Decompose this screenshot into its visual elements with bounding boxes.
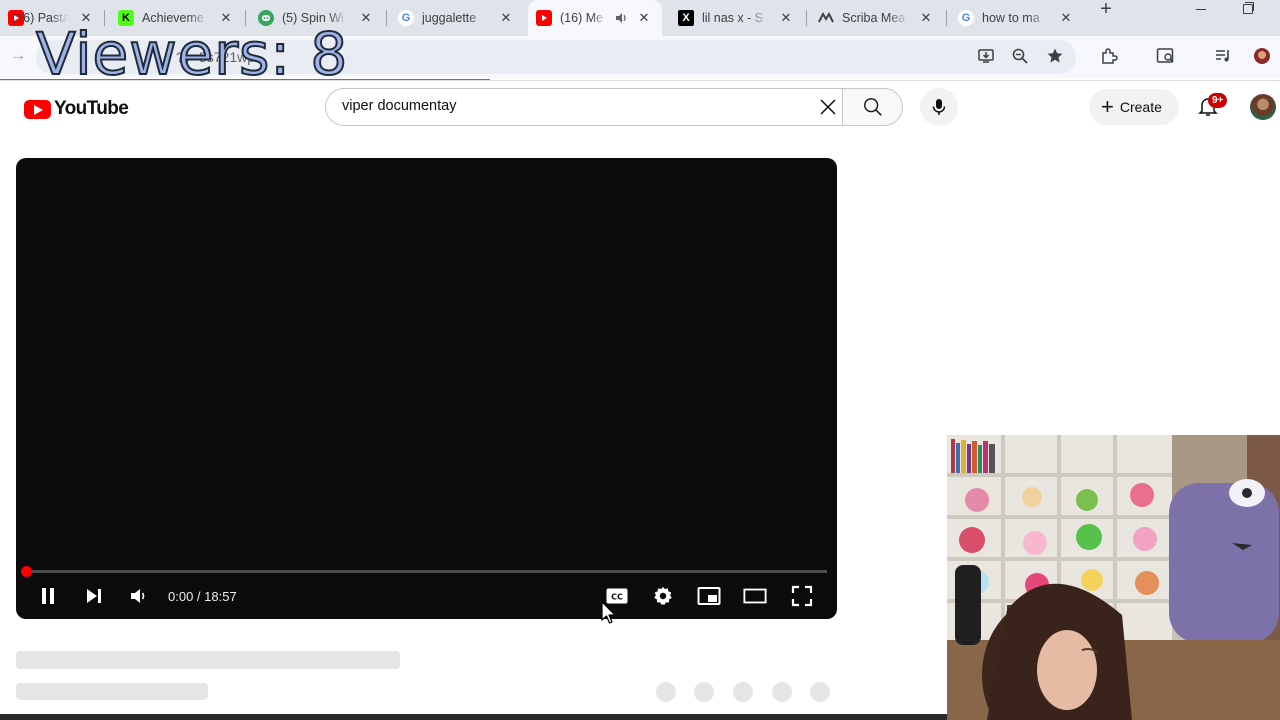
- action-placeholder: [656, 682, 676, 702]
- current-time: 0:00: [168, 589, 194, 604]
- channel-placeholder: [16, 683, 208, 700]
- mouse-cursor-icon: [601, 601, 616, 624]
- tab-label: lil nas x - S: [702, 11, 764, 25]
- browser-tab[interactable]: G how to ma ✕: [950, 0, 1084, 36]
- media-queue-icon[interactable]: [1211, 44, 1235, 68]
- youtube-wordmark: YouTube: [54, 98, 129, 119]
- microphone-icon: [932, 99, 946, 115]
- tab-label: (16) Me: [560, 11, 604, 25]
- google-favicon-icon: G: [958, 10, 974, 26]
- tab-label: how to ma: [982, 11, 1040, 25]
- viewer-count-overlay: Viewers: 8: [35, 19, 349, 89]
- x-favicon-icon: X: [678, 10, 694, 26]
- theater-mode-icon: [743, 588, 767, 604]
- close-tab-icon[interactable]: ✕: [358, 10, 374, 26]
- tab-separator: [386, 10, 387, 26]
- tab-separator: [946, 10, 947, 26]
- speaker-icon[interactable]: [614, 11, 628, 25]
- voice-search-button[interactable]: [920, 88, 958, 126]
- taskbar-edge: [0, 714, 947, 720]
- search-input[interactable]: [342, 98, 802, 114]
- time-separator: /: [193, 589, 205, 604]
- action-placeholder: [810, 682, 830, 702]
- browser-tab[interactable]: X lil nas x - S ✕: [670, 0, 804, 36]
- browser-tab-active[interactable]: (16) Me ✕: [528, 0, 662, 36]
- window-restore-button[interactable]: [1240, 2, 1254, 16]
- action-placeholder: [733, 682, 753, 702]
- new-tab-button[interactable]: +: [1096, 0, 1116, 20]
- webcam-overlay: [947, 435, 1280, 720]
- mute-button[interactable]: [126, 584, 150, 608]
- window-minimize-button[interactable]: [1192, 0, 1210, 18]
- title-placeholder: [16, 651, 400, 669]
- profile-avatar-icon[interactable]: [1250, 44, 1274, 68]
- tab-label: juggalette: [422, 11, 477, 25]
- zoom-icon[interactable]: [1008, 44, 1032, 68]
- webcam-feed-image: [947, 435, 1280, 720]
- youtube-logo[interactable]: YouTube: [24, 98, 129, 120]
- video-player[interactable]: 0:00 / 18:57 CC: [16, 158, 837, 619]
- pause-icon: [42, 588, 54, 604]
- action-placeholder: [772, 682, 792, 702]
- next-button[interactable]: [82, 584, 106, 608]
- pause-button[interactable]: [36, 584, 60, 608]
- browser-tab[interactable]: G juggalette ✕: [390, 0, 524, 36]
- close-tab-icon[interactable]: ✕: [498, 10, 514, 26]
- plus-icon: +: [1101, 94, 1114, 119]
- skip-next-icon: [87, 589, 101, 603]
- google-favicon-icon: G: [398, 10, 414, 26]
- theater-mode-button[interactable]: [743, 584, 767, 608]
- youtube-favicon-icon: [536, 10, 552, 26]
- settings-button[interactable]: [651, 584, 675, 608]
- create-label: Create: [1119, 99, 1162, 115]
- search-button[interactable]: [842, 88, 903, 126]
- extensions-puzzle-icon[interactable]: [1097, 44, 1121, 68]
- search-icon: [863, 98, 882, 116]
- search-box: [325, 88, 842, 126]
- notification-count-badge: 9+: [1208, 93, 1228, 108]
- close-tab-icon[interactable]: ✕: [778, 10, 794, 26]
- fullscreen-icon: [791, 585, 813, 607]
- close-tab-icon[interactable]: ✕: [1058, 10, 1074, 26]
- progress-bar[interactable]: [26, 570, 827, 573]
- miniplayer-icon: [697, 587, 721, 605]
- clear-search-icon[interactable]: [816, 95, 840, 119]
- volume-icon: [131, 589, 145, 603]
- tab-label: Scriba Mea: [842, 11, 906, 25]
- tab-separator: [806, 10, 807, 26]
- scriba-favicon-icon: [818, 10, 834, 26]
- progress-scrubber-handle[interactable]: [21, 566, 32, 577]
- duration: 18:57: [204, 589, 237, 604]
- gear-icon: [654, 586, 672, 605]
- close-tab-icon[interactable]: ✕: [918, 10, 934, 26]
- youtube-masthead: YouTube + Create 9+: [0, 82, 1280, 132]
- forward-arrow-icon[interactable]: →: [8, 46, 28, 66]
- close-tab-icon[interactable]: ✕: [636, 10, 652, 26]
- action-placeholder: [694, 682, 714, 702]
- browser-tab[interactable]: Scriba Mea ✕: [810, 0, 944, 36]
- bookmark-star-icon[interactable]: [1043, 44, 1067, 68]
- fullscreen-button[interactable]: [790, 584, 814, 608]
- time-display: 0:00 / 18:57: [168, 589, 237, 604]
- side-panel-search-icon[interactable]: [1154, 44, 1178, 68]
- account-avatar[interactable]: [1250, 94, 1276, 120]
- youtube-play-logo-icon: [24, 99, 51, 119]
- miniplayer-button[interactable]: [697, 584, 721, 608]
- create-button[interactable]: + Create: [1089, 89, 1179, 125]
- install-app-icon[interactable]: [974, 44, 998, 68]
